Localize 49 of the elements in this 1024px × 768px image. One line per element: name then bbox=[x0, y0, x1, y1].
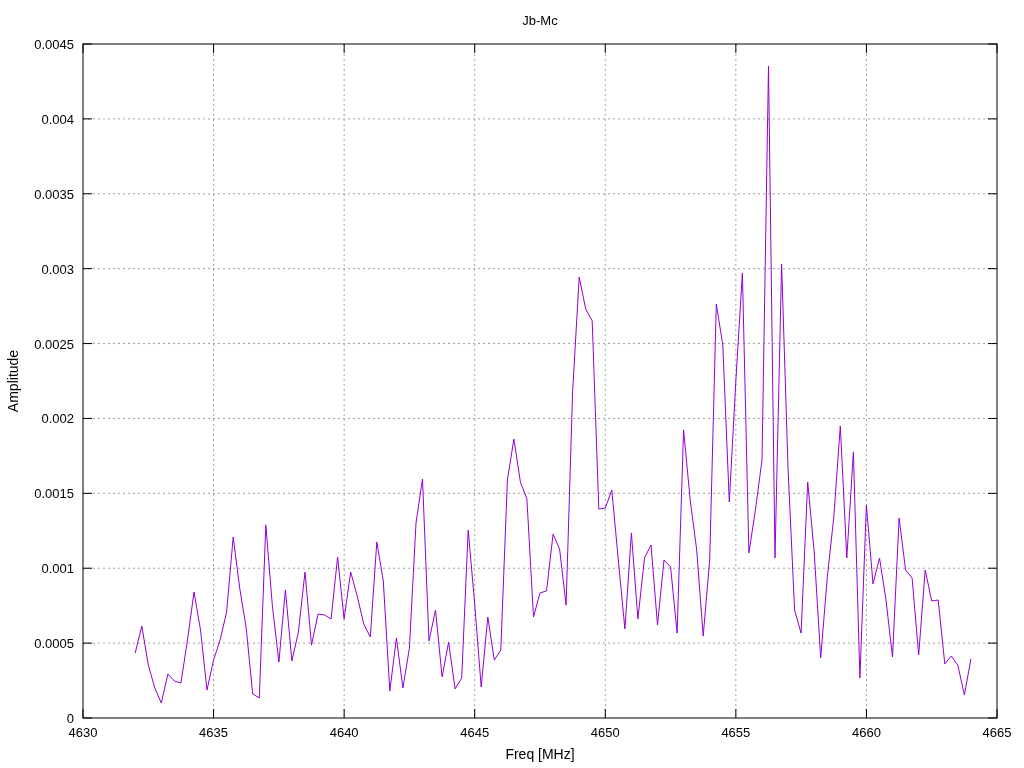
y-tick-label: 0.0015 bbox=[34, 486, 74, 502]
tick-mark bbox=[987, 567, 998, 569]
x-tick-label: 4640 bbox=[329, 725, 359, 740]
x-tick-label: 4655 bbox=[721, 725, 751, 740]
tick-mark bbox=[987, 642, 998, 644]
tick-mark bbox=[82, 417, 93, 419]
x-tick-label: 4635 bbox=[199, 725, 229, 740]
y-tick-label: 0.004 bbox=[41, 111, 74, 127]
tick-mark bbox=[82, 343, 93, 345]
tick-mark bbox=[82, 118, 93, 120]
tick-mark bbox=[82, 268, 93, 270]
y-tick-label: 0.001 bbox=[41, 561, 74, 577]
tick-mark bbox=[987, 492, 998, 494]
tick-mark bbox=[82, 492, 93, 494]
tick-mark bbox=[343, 708, 345, 719]
tick-mark bbox=[343, 43, 345, 54]
tick-mark bbox=[987, 268, 998, 270]
x-tick-label: 4630 bbox=[68, 725, 98, 740]
tick-mark bbox=[604, 708, 606, 719]
y-axis-label: Amplitude bbox=[5, 349, 21, 413]
tick-mark bbox=[213, 43, 215, 54]
tick-mark bbox=[735, 708, 737, 719]
y-tick-label: 0.0035 bbox=[34, 186, 74, 202]
y-tick-label: 0.0005 bbox=[34, 636, 74, 652]
tick-mark bbox=[82, 642, 93, 644]
tick-mark bbox=[474, 708, 476, 719]
chart-title: Jb-Mc bbox=[522, 13, 558, 28]
y-tick-label: 0.002 bbox=[41, 411, 74, 427]
tick-mark bbox=[865, 43, 867, 54]
y-tick-label: 0.0045 bbox=[34, 37, 74, 52]
y-tick-label: 0.0025 bbox=[34, 336, 74, 352]
tick-mark bbox=[82, 567, 93, 569]
tick-mark bbox=[865, 708, 867, 719]
tick-mark bbox=[213, 708, 215, 719]
tick-mark bbox=[82, 193, 93, 195]
tick-mark bbox=[604, 43, 606, 54]
tick-mark bbox=[987, 417, 998, 419]
y-tick-label: 0 bbox=[66, 711, 74, 726]
tick-mark bbox=[474, 43, 476, 54]
x-tick-label: 4665 bbox=[982, 725, 1012, 740]
x-tick-label: 4645 bbox=[460, 725, 490, 740]
x-tick-label: 4660 bbox=[851, 725, 881, 740]
tick-mark bbox=[987, 118, 998, 120]
tick-mark bbox=[735, 43, 737, 54]
tick-mark bbox=[987, 343, 998, 345]
x-axis-label: Freq [MHz] bbox=[505, 746, 575, 762]
tick-mark bbox=[987, 193, 998, 195]
x-tick-label: 4650 bbox=[590, 725, 620, 740]
y-tick-label: 0.003 bbox=[41, 261, 74, 277]
